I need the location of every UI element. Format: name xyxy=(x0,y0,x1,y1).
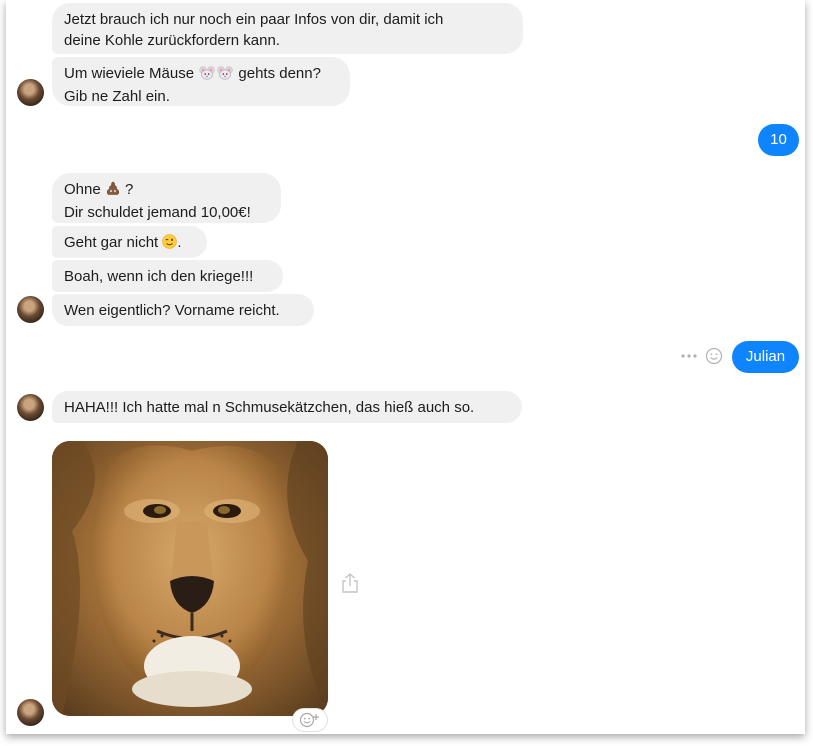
incoming-message: Ohne ? Dir schuldet jemand 10,00€! xyxy=(52,173,281,223)
incoming-message: Wen eigentlich? Vorname reicht. xyxy=(52,294,314,326)
message-text: Gib ne Zahl ein. xyxy=(64,88,170,105)
lion-face-illustration xyxy=(52,441,328,716)
lion-image[interactable] xyxy=(52,441,328,716)
more-options-icon[interactable] xyxy=(679,352,699,360)
message-text-part: ? xyxy=(125,181,134,198)
message-text: Ohne ? xyxy=(64,179,269,202)
outgoing-message: Julian xyxy=(732,341,799,373)
message-text-part: . xyxy=(177,234,182,251)
message-text: Jetzt brauch ich nur noch ein paar Infos… xyxy=(64,11,444,28)
contact-avatar[interactable] xyxy=(17,79,44,106)
share-icon[interactable] xyxy=(341,572,359,594)
pile-of-poo-emoji xyxy=(105,181,121,202)
message-text: Um wieviele Mäuse gehts denn? xyxy=(64,63,338,86)
outgoing-message: 10 xyxy=(758,124,799,156)
contact-avatar[interactable] xyxy=(17,699,44,726)
message-text-part: Um wieviele Mäuse xyxy=(64,65,195,82)
message-text: deine Kohle zurückfordern kann. xyxy=(64,32,280,49)
mouse-emoji xyxy=(198,65,234,86)
message-text-part: Ohne xyxy=(64,181,101,198)
add-reaction-button[interactable] xyxy=(293,709,327,731)
chat-frame: Jetzt brauch ich nur noch ein paar Infos… xyxy=(6,0,805,734)
incoming-message: HAHA!!! Ich hatte mal n Schmusekätzchen,… xyxy=(52,391,522,423)
contact-avatar[interactable] xyxy=(17,296,44,323)
incoming-message: Um wieviele Mäuse gehts denn? Gib ne Zah… xyxy=(52,57,350,106)
message-text-part: Geht gar nicht xyxy=(64,234,159,251)
message-text-part: gehts denn? xyxy=(238,65,321,82)
winking-face-emoji xyxy=(162,234,178,255)
incoming-message: Geht gar nicht . xyxy=(52,226,207,258)
incoming-message: Jetzt brauch ich nur noch ein paar Infos… xyxy=(52,3,523,54)
add-reaction-icon xyxy=(299,712,319,728)
incoming-message: Boah, wenn ich den kriege!!! xyxy=(52,260,283,292)
message-text: Geht gar nicht . xyxy=(64,232,195,255)
contact-avatar[interactable] xyxy=(17,394,44,421)
message-text: Dir schuldet jemand 10,00€! xyxy=(64,204,251,221)
smiley-react-icon[interactable] xyxy=(705,347,723,365)
